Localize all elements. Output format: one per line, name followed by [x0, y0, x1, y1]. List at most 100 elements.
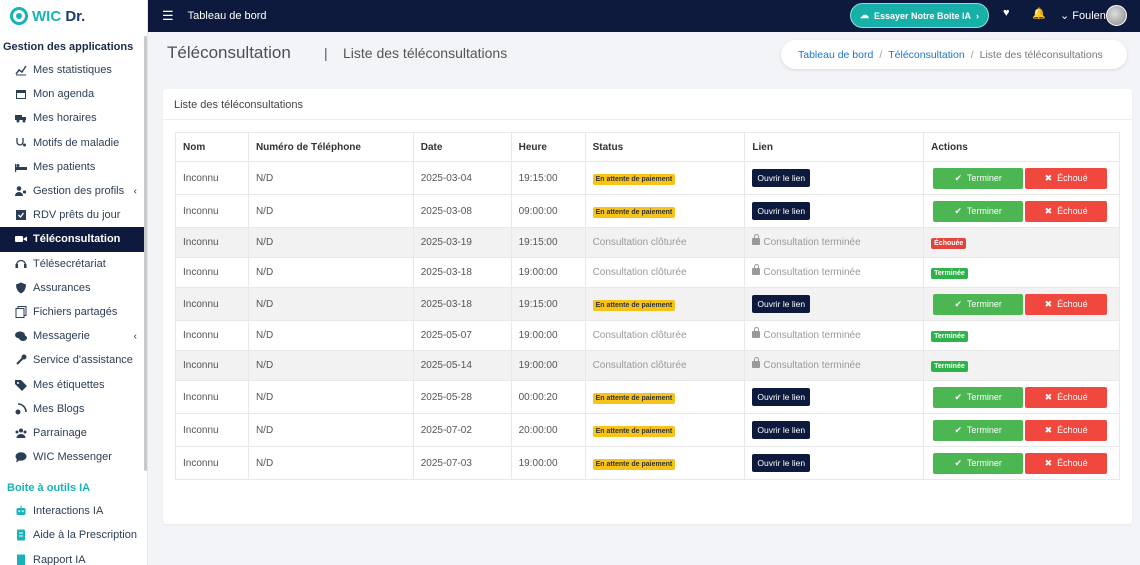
sidebar-item-users[interactable]: Gestion des profils ‹ [0, 179, 147, 203]
sidebar-item-label: Fichiers partagés [33, 305, 118, 318]
terminate-button[interactable]: ✔ Terminer [933, 167, 1024, 189]
column-header[interactable]: Lien [744, 132, 925, 162]
table-header-row: Nom Numéro de Téléphone Date Heure Statu… [175, 132, 1120, 162]
lock-icon [752, 264, 761, 275]
terminate-button[interactable]: ✔ Terminer [933, 386, 1024, 408]
breadcrumb-dashboard[interactable]: Tableau de bord [798, 49, 873, 61]
heart-icon[interactable]: ♥ [1003, 7, 1010, 19]
cell-text: N/D [255, 360, 274, 371]
column-header[interactable]: Numéro de Téléphone [247, 132, 414, 162]
avatar[interactable] [1106, 5, 1127, 26]
logo[interactable]: WIC Dr. [0, 0, 147, 32]
cell-date: 2025-07-02 [412, 413, 512, 447]
sidebar-item-chart-line[interactable]: Mes statistiques [0, 58, 147, 82]
breadcrumb-teleconsultation[interactable]: Téléconsultation [888, 49, 964, 61]
sidebar-scrollbar[interactable] [144, 36, 147, 471]
sidebar-item-wrench[interactable]: Service d'assistance [0, 348, 147, 372]
cell-text: N/D [255, 457, 274, 469]
sidebar-item-report[interactable]: Rapport IA [0, 548, 147, 565]
cell-text: 2025-07-03 [420, 457, 472, 469]
fail-button[interactable]: ✖ Échoué [1025, 419, 1108, 441]
cell-text: Inconnu [183, 205, 219, 217]
sidebar-item-calendar-check[interactable]: RDV prêts du jour [0, 203, 147, 227]
sidebar-item-video[interactable]: Téléconsultation [0, 227, 147, 252]
shield-icon [15, 282, 27, 294]
fail-button[interactable]: ✖ Échoué [1025, 386, 1108, 408]
cell-date: 2025-03-19 [412, 227, 512, 258]
sidebar-item-comments[interactable]: Messagerie ‹ [0, 324, 147, 348]
sidebar-item-robot[interactable]: Interactions IA [0, 499, 147, 523]
sidebar-item-headset[interactable]: Télésecrétariat [0, 252, 147, 276]
sidebar-item-calendar[interactable]: Mon agenda [0, 82, 147, 106]
sidebar-item-truck[interactable]: Mes horaires [0, 106, 147, 130]
locked-label: Consultation terminée [763, 360, 861, 371]
user-menu[interactable]: ⌄ Foulen [1060, 9, 1106, 22]
sidebar-item-stethoscope[interactable]: Motifs de maladie [0, 131, 147, 155]
result-badge: Terminée [931, 331, 968, 342]
cell-text: 2025-03-08 [420, 205, 472, 217]
cell-heure: 19:15:00 [510, 287, 586, 321]
open-link-button[interactable]: Ouvrir le lien [752, 202, 811, 220]
chart-line-icon [15, 64, 27, 76]
sidebar-item-people-group[interactable]: Parrainage [0, 421, 147, 445]
fail-button[interactable]: ✖ Échoué [1025, 167, 1108, 189]
locked-label: Consultation terminée [763, 330, 861, 341]
lock-icon [752, 357, 761, 368]
cell-tel: N/D [247, 161, 414, 195]
cell-actions: ✔ Terminer ✖ Échoué [923, 446, 1120, 480]
sidebar-item-prescription[interactable]: Aide à la Prescription [0, 523, 147, 547]
cell-text: 2025-05-07 [420, 330, 472, 341]
terminate-button[interactable]: ✔ Terminer [933, 452, 1024, 474]
column-header[interactable]: Heure [510, 132, 586, 162]
status-badge: En attente de paiement [592, 458, 676, 470]
open-link-button[interactable]: Ouvrir le lien [752, 169, 811, 187]
cell-link: Consultation terminée [744, 227, 925, 258]
cell-date: 2025-05-28 [412, 380, 512, 414]
page-subtitle: Liste des téléconsultations [343, 45, 508, 61]
sidebar-item-tags[interactable]: Mes étiquettes [0, 372, 147, 396]
cell-actions: Terminée [923, 320, 1120, 351]
terminate-button[interactable]: ✔ Terminer [933, 293, 1024, 315]
cell-text: Inconnu [183, 457, 219, 469]
bed-icon [15, 161, 27, 173]
table-row: Inconnu N/D 2025-07-02 20:00:00 En attente d… [175, 413, 1120, 447]
sidebar-item-files[interactable]: Fichiers partagés [0, 300, 147, 324]
column-header[interactable]: Status [584, 132, 746, 162]
column-header[interactable]: Date [412, 132, 512, 162]
try-ai-button[interactable]: ☁ Essayer Notre Boite IA › [850, 3, 989, 28]
fail-label: Échoué [1057, 424, 1088, 435]
people-group-icon [15, 427, 27, 439]
cell-text: 19:00:00 [518, 267, 558, 278]
open-link-button[interactable]: Ouvrir le lien [752, 295, 811, 313]
menu-icon[interactable]: ☰ [162, 8, 174, 24]
open-link-button[interactable]: Ouvrir le lien [752, 388, 811, 406]
sidebar-item-label: Mes Blogs [33, 402, 85, 415]
open-link-button[interactable]: Ouvrir le lien [752, 421, 811, 439]
status-text: Consultation clôturée [592, 330, 687, 341]
open-link-button[interactable]: Ouvrir le lien [752, 454, 811, 472]
sidebar-item-chat[interactable]: WIC Messenger [0, 445, 147, 469]
terminate-button[interactable]: ✔ Terminer [933, 200, 1024, 222]
sidebar-item-blog[interactable]: Mes Blogs [0, 397, 147, 421]
teleconsultation-card: Liste des téléconsultations Nom Numéro d… [163, 89, 1132, 524]
cell-status: Consultation clôturée [584, 350, 746, 381]
robot-icon [15, 505, 27, 517]
fail-button[interactable]: ✖ Échoué [1025, 293, 1108, 315]
sidebar-item-label: Mes patients [33, 160, 96, 173]
column-header[interactable]: Actions [923, 132, 1120, 162]
fail-button[interactable]: ✖ Échoué [1025, 452, 1108, 474]
section-title-ai: Boite à outils IA [7, 482, 91, 495]
sidebar-item-bed[interactable]: Mes patients [0, 155, 147, 179]
cell-text: N/D [255, 298, 274, 310]
card-title: Liste des téléconsultations [174, 99, 304, 111]
chevron-right-icon: › [976, 10, 980, 21]
column-header[interactable]: Nom [175, 132, 249, 162]
cell-tel: N/D [247, 287, 414, 321]
sidebar-item-shield[interactable]: Assurances [0, 276, 147, 300]
bell-icon[interactable]: 🔔 [1032, 7, 1046, 20]
status-badge: En attente de paiement [592, 425, 676, 437]
fail-button[interactable]: ✖ Échoué [1025, 200, 1108, 222]
cell-text: Inconnu [183, 330, 219, 341]
terminate-button[interactable]: ✔ Terminer [933, 419, 1024, 441]
cell-nom: Inconnu [175, 257, 249, 288]
